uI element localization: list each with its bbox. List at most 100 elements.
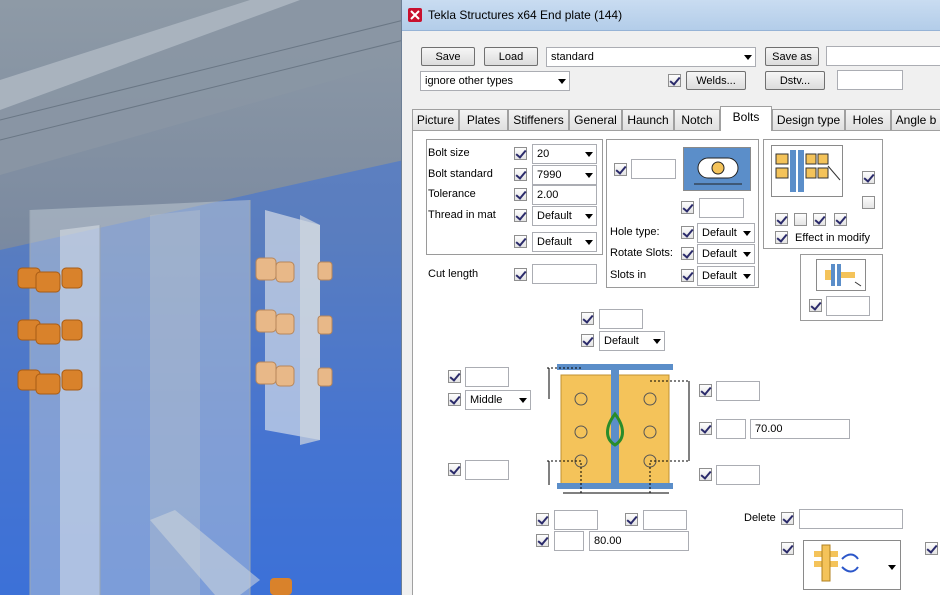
bolt-size-checkbox[interactable] [514, 147, 527, 160]
bottom-left-input[interactable] [554, 510, 598, 530]
bolt-standard-select[interactable]: 7990 [532, 165, 597, 185]
bottom-right-checkbox[interactable] [625, 513, 638, 526]
bolt-option-select[interactable]: Default [532, 232, 597, 252]
top-position-select[interactable]: Default [599, 331, 665, 351]
bolt-orientation-checkbox[interactable] [781, 542, 794, 555]
dstv-button[interactable]: Dstv... [765, 71, 825, 90]
slots-in-select[interactable]: Default [697, 266, 755, 286]
extra-checkbox[interactable] [925, 542, 938, 555]
bolts-tab-panel: Bolt size 20 Bolt standard 7990 Toleranc… [412, 130, 940, 595]
slots-in-checkbox[interactable] [681, 269, 694, 282]
effect-in-modify-checkbox[interactable] [775, 231, 788, 244]
left-bottom-checkbox[interactable] [448, 463, 461, 476]
save-button[interactable]: Save [421, 47, 475, 66]
bottom-right-input[interactable] [643, 510, 687, 530]
tab-plates[interactable]: Plates [459, 109, 508, 130]
dstv-input[interactable] [837, 70, 903, 90]
slots-in-label: Slots in [610, 269, 647, 281]
bolt-layout-diagram [543, 359, 693, 497]
tolerance-label: Tolerance [428, 188, 476, 200]
bolt-standard-checkbox[interactable] [514, 168, 527, 181]
tab-general[interactable]: General [569, 109, 622, 130]
tolerance-checkbox[interactable] [514, 188, 527, 201]
rotate-slots-select[interactable]: Default [697, 244, 755, 264]
chevron-down-icon [519, 398, 527, 403]
filter-select[interactable]: ignore other types [420, 71, 570, 91]
tab-bolts[interactable]: Bolts [720, 106, 772, 131]
chevron-down-icon [744, 55, 752, 60]
bottom-left-checkbox[interactable] [536, 513, 549, 526]
bolt-option-checkbox[interactable] [514, 235, 527, 248]
slot-checkbox[interactable] [614, 163, 627, 176]
left-bottom-input[interactable] [465, 460, 509, 480]
right-bottom-checkbox[interactable] [699, 468, 712, 481]
effect-in-modify-label: Effect in modify [795, 232, 870, 244]
title-bar[interactable]: Tekla Structures x64 End plate (144) [402, 0, 940, 31]
right-middle-checkbox[interactable] [699, 422, 712, 435]
right-top-input[interactable] [716, 381, 760, 401]
delete-label: Delete [744, 512, 776, 524]
bolt-size-label: Bolt size [428, 147, 470, 159]
hole-type-checkbox[interactable] [681, 226, 694, 239]
washer-3-checkbox[interactable] [813, 213, 826, 226]
delete-checkbox[interactable] [781, 512, 794, 525]
thread-in-material-label: Thread in mat [428, 209, 496, 221]
right-bottom-input[interactable] [716, 465, 760, 485]
hole-type-select[interactable]: Default [697, 223, 755, 243]
slot-dimension-checkbox[interactable] [681, 201, 694, 214]
preset-select[interactable]: standard [546, 47, 756, 67]
welds-button[interactable]: Welds... [686, 71, 746, 90]
washer-2-checkbox[interactable] [794, 213, 807, 226]
tab-notch[interactable]: Notch [674, 109, 720, 130]
window-title: Tekla Structures x64 End plate (144) [428, 8, 623, 22]
left-top-checkbox[interactable] [448, 370, 461, 383]
nut-checkbox[interactable] [862, 171, 875, 184]
cut-length-checkbox[interactable] [514, 268, 527, 281]
tab-stiffeners[interactable]: Stiffeners [508, 109, 569, 130]
rotate-slots-value: Default [702, 248, 737, 260]
right-middle-input[interactable]: 70.00 [750, 419, 850, 439]
vertical-position-select[interactable]: Middle [465, 390, 531, 410]
chevron-down-icon [743, 252, 751, 257]
rotate-slots-checkbox[interactable] [681, 247, 694, 260]
tab-holes[interactable]: Holes [845, 109, 891, 130]
washer-checkbox[interactable] [862, 196, 875, 209]
delete-input[interactable] [799, 509, 903, 529]
bolt-orientation-select[interactable] [803, 540, 901, 590]
cut-length-label: Cut length [428, 268, 479, 280]
tab-picture[interactable]: Picture [412, 109, 459, 130]
chevron-down-icon [585, 152, 593, 157]
slot-size-input[interactable] [631, 159, 676, 179]
tolerance-input[interactable]: 2.00 [532, 185, 597, 205]
bottom-small-input[interactable] [554, 531, 584, 551]
tab-angle-b[interactable]: Angle b [891, 109, 940, 130]
bolt-length-input[interactable] [826, 296, 870, 316]
load-button[interactable]: Load [484, 47, 538, 66]
left-middle-checkbox[interactable] [448, 393, 461, 406]
bottom-distance-input[interactable]: 80.00 [589, 531, 689, 551]
top-position-checkbox[interactable] [581, 334, 594, 347]
model-3d-view [0, 0, 404, 595]
left-top-input[interactable] [465, 367, 509, 387]
tab-design-type[interactable]: Design type [772, 109, 845, 130]
right-middle-small-input[interactable] [716, 419, 746, 439]
thread-in-material-checkbox[interactable] [514, 209, 527, 222]
welds-checkbox[interactable] [668, 74, 681, 87]
cut-length-input[interactable] [532, 264, 597, 284]
bottom-distance-checkbox[interactable] [536, 534, 549, 547]
tab-haunch[interactable]: Haunch [622, 109, 674, 130]
bolt-length-checkbox[interactable] [809, 299, 822, 312]
save-as-name-input[interactable] [826, 46, 940, 66]
save-as-button[interactable]: Save as [765, 47, 819, 66]
top-distance-checkbox[interactable] [581, 312, 594, 325]
bolt-option-value: Default [537, 236, 572, 248]
chevron-down-icon [585, 173, 593, 178]
slot-dimension-input[interactable] [699, 198, 744, 218]
thread-in-material-select[interactable]: Default [532, 206, 597, 226]
bolt-size-select[interactable]: 20 [532, 144, 597, 164]
bolt-checkbox[interactable] [834, 213, 847, 226]
right-top-checkbox[interactable] [699, 384, 712, 397]
model-viewport[interactable] [0, 0, 404, 595]
washer-1-checkbox[interactable] [775, 213, 788, 226]
top-distance-input[interactable] [599, 309, 643, 329]
